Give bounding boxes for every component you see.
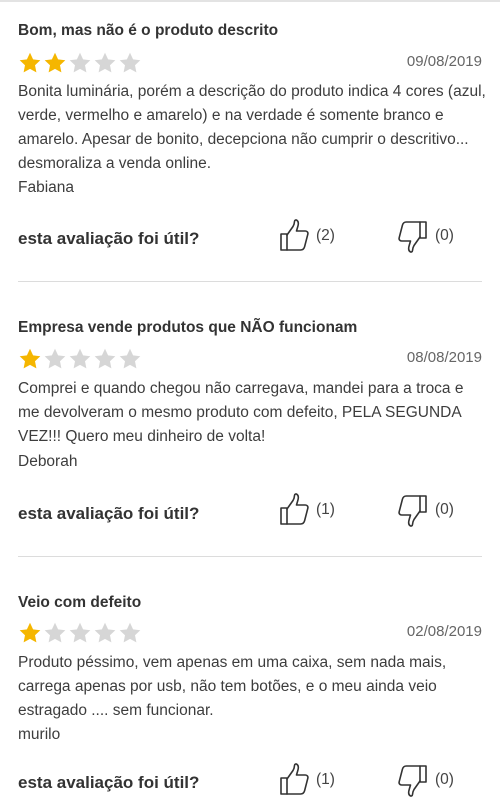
review-date: 02/08/2019 xyxy=(406,623,482,640)
star-icon xyxy=(19,622,41,643)
star-rating xyxy=(18,621,142,645)
thumbs-up-icon xyxy=(278,763,310,797)
star-icon xyxy=(119,622,141,643)
review-title: Veio com defeito xyxy=(18,594,142,611)
star-icon xyxy=(94,622,116,643)
like-count: (1) xyxy=(316,771,335,788)
like-button[interactable]: (1) xyxy=(278,763,335,797)
star-icon xyxy=(69,622,91,643)
review-author: murilo xyxy=(18,726,61,743)
star-icon xyxy=(44,622,66,643)
dislike-count: (0) xyxy=(435,771,454,788)
dislike-button[interactable]: (0) xyxy=(397,763,454,797)
review-body: Produto péssimo, vem apenas em uma caixa… xyxy=(18,654,447,719)
thumbs-down-icon xyxy=(397,763,429,797)
useful-question: esta avaliação foi útil? xyxy=(18,773,200,792)
review-card: Veio com defeito 02/08/2019 Produto péss… xyxy=(0,0,500,811)
